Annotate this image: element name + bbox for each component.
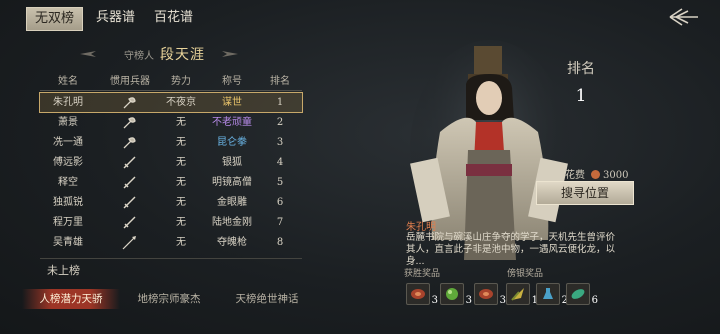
row-faction: 无: [176, 197, 186, 208]
rank-label: 排名: [567, 61, 595, 77]
row-name: 朱孔明: [53, 97, 83, 108]
table-row[interactable]: 释空 无 明镜高僧 5: [40, 173, 302, 192]
reward-item[interactable]: 6: [566, 283, 598, 306]
row-rank: 8: [276, 237, 284, 248]
row-faction: 无: [176, 137, 186, 148]
back-arrow-icon[interactable]: [668, 6, 700, 28]
guardian-name: 段天涯: [160, 47, 205, 63]
row-title: 银狐: [222, 157, 242, 168]
row-faction: 无: [176, 157, 186, 168]
character-name: 朱孔明: [406, 222, 436, 233]
reward-item[interactable]: 3: [440, 283, 472, 306]
cost-row: 花费 3000: [565, 166, 628, 181]
fan-icon: [122, 115, 137, 130]
sub-tab-bar: 人榜潜力天骄 地榜宗师豪杰 天榜绝世神话: [22, 289, 312, 309]
right-ornament-icon: [222, 51, 238, 57]
row-faction: 不夜京: [166, 97, 196, 108]
row-title: 不老顽童: [212, 117, 252, 128]
row-faction: 无: [176, 217, 186, 228]
guardian-header: 守榜人 段天涯: [80, 44, 300, 64]
sword-icon: [122, 195, 137, 210]
search-position-button[interactable]: 搜寻位置: [536, 181, 634, 205]
subtab-heaven[interactable]: 天榜绝世神话: [218, 289, 316, 309]
table-row[interactable]: 萧景 无 不老顽童 2: [40, 113, 302, 132]
row-rank: 5: [276, 177, 284, 188]
row-faction: 无: [176, 117, 186, 128]
reward-item[interactable]: 2: [536, 283, 568, 306]
not-listed-label: 未上榜: [47, 264, 80, 277]
table-row[interactable]: 程万里 无 陆地金刚 7: [40, 213, 302, 232]
table-row[interactable]: 吴青雄 无 夺魄枪 8: [40, 233, 302, 252]
meat-icon: [479, 289, 493, 299]
cost-value: 3000: [603, 170, 629, 181]
green-orb-icon: [446, 288, 458, 300]
header-faction: 势力: [171, 76, 191, 87]
sword-icon: [122, 215, 137, 230]
tab-wushuang[interactable]: 无双榜: [26, 7, 84, 31]
rank-panel: 排名 1: [552, 58, 610, 118]
tab-baihua[interactable]: 百花谱: [146, 7, 201, 29]
table-row[interactable]: 独孤锐 无 金眼雕 6: [40, 193, 302, 212]
header-name: 姓名: [58, 76, 78, 87]
header-rank: 排名: [270, 76, 290, 87]
meat-icon: [411, 289, 425, 299]
blue-vial-icon: [543, 288, 553, 299]
reward-item[interactable]: 3: [406, 283, 438, 306]
row-title: 夺魄枪: [217, 237, 247, 248]
reward-count: 6: [591, 295, 598, 306]
row-title: 陆地金刚: [212, 217, 252, 228]
yellow-herb-icon: [511, 288, 524, 301]
table-row[interactable]: 冼一通 无 昆仑拳 3: [40, 133, 302, 152]
left-ornament-icon: [80, 51, 96, 57]
row-name: 吴青雄: [53, 237, 83, 248]
sword-icon: [122, 175, 137, 190]
row-name: 独孤锐: [53, 197, 83, 208]
fan-icon: [122, 95, 137, 110]
table-header: 姓名 惯用兵器 势力 称号 排名: [40, 72, 302, 91]
row-title: 昆仑拳: [217, 137, 247, 148]
description-text: 岳麓书院与碗溪山庄争夺的学子，天机先生曾评价其人，直言此子非是池中物，一遇风云便…: [406, 232, 616, 267]
row-title: 明镜高僧: [212, 177, 252, 188]
reward-count: 3: [465, 295, 472, 306]
row-name: 傅远影: [53, 157, 83, 168]
subtab-human[interactable]: 人榜潜力天骄: [22, 289, 120, 309]
table-row[interactable]: 傅远影 无 银狐 4: [40, 153, 302, 172]
sword-icon: [122, 155, 137, 170]
fan-icon: [122, 135, 137, 150]
victory-rewards-label: 获胜奖品: [404, 269, 441, 279]
row-name: 萧景: [58, 117, 78, 128]
row-rank: 1: [276, 97, 284, 108]
reward-count: 3: [431, 295, 438, 306]
row-name: 程万里: [53, 217, 83, 228]
row-rank: 7: [276, 217, 284, 228]
rank-value: 1: [575, 86, 587, 106]
table-divider: [40, 258, 302, 259]
row-rank: 6: [276, 197, 284, 208]
header-title: 称号: [222, 76, 242, 87]
coin-icon: [591, 170, 600, 179]
reward-item[interactable]: 3: [474, 283, 506, 306]
tab-bingqi[interactable]: 兵器谱: [88, 7, 143, 29]
row-title: 谋世: [222, 97, 242, 108]
table-row[interactable]: 朱孔明 不夜京 谋世 1: [39, 92, 303, 113]
row-name: 释空: [58, 177, 78, 188]
row-title: 金眼雕: [217, 197, 247, 208]
row-rank: 4: [276, 157, 284, 168]
row-faction: 无: [176, 177, 186, 188]
guardian-label: 守榜人: [124, 51, 154, 62]
row-name: 冼一通: [53, 137, 83, 148]
header-weapon: 惯用兵器: [110, 76, 150, 87]
top-tab-bar: 无双榜 兵器谱 百花谱: [0, 0, 720, 36]
row-rank: 2: [276, 117, 284, 128]
spear-icon: [122, 235, 137, 250]
cost-label: 花费: [565, 170, 585, 181]
sparring-rewards-label: 傍银奖品: [507, 269, 544, 279]
row-rank: 3: [276, 137, 284, 148]
reward-item[interactable]: 1: [506, 283, 538, 306]
subtab-earth[interactable]: 地榜宗师豪杰: [120, 289, 218, 309]
jade-leaf-icon: [571, 289, 585, 299]
row-faction: 无: [176, 237, 186, 248]
